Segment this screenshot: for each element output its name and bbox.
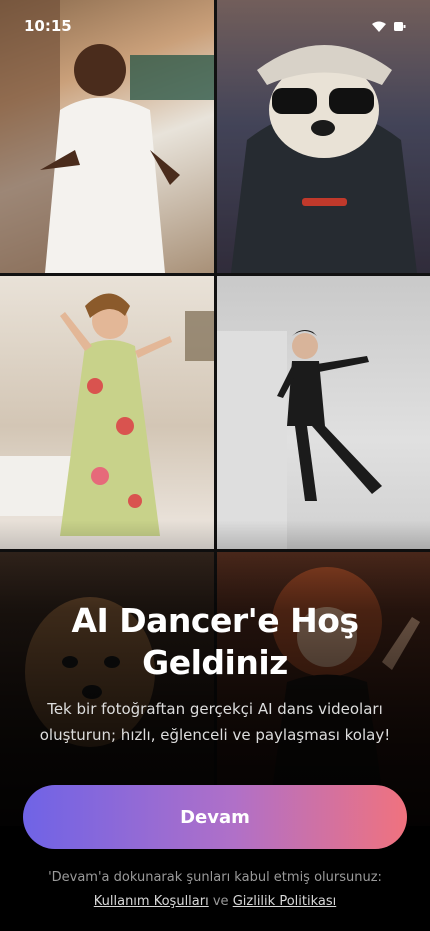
privacy-policy-link[interactable]: Gizlilik Politikası [233, 894, 337, 909]
wifi-icon [372, 21, 386, 32]
legal-prefix: 'Devam'a dokunarak şunları kabul etmiş o… [48, 870, 382, 885]
continue-button[interactable]: Devam [23, 785, 407, 849]
legal-conjunction: ve [212, 894, 229, 909]
woman-black-outfit-image [217, 330, 382, 549]
status-time: 10:15 [24, 17, 72, 35]
status-icons [372, 21, 406, 32]
battery-icon [394, 21, 406, 31]
welcome-title: AI Dancer'e Hoş Geldiniz [71, 601, 359, 682]
welcome-content: AI Dancer'e Hoş Geldiniz Tek bir fotoğra… [0, 600, 430, 748]
terms-of-use-link[interactable]: Kullanım Koşulları [94, 894, 209, 909]
legal-links: Kullanım Koşulları ve Gizlilik Politikas… [0, 890, 430, 914]
tile-woman-black-outfit [217, 276, 430, 549]
woman-floral-dress-image [0, 293, 214, 536]
welcome-subtitle: Tek bir fotoğraftan gerçekçi AI dans vid… [39, 700, 391, 744]
tile-woman-floral-dress [0, 276, 214, 549]
status-bar: 10:15 [0, 0, 430, 58]
legal-notice: 'Devam'a dokunarak şunları kabul etmiş o… [0, 866, 430, 914]
